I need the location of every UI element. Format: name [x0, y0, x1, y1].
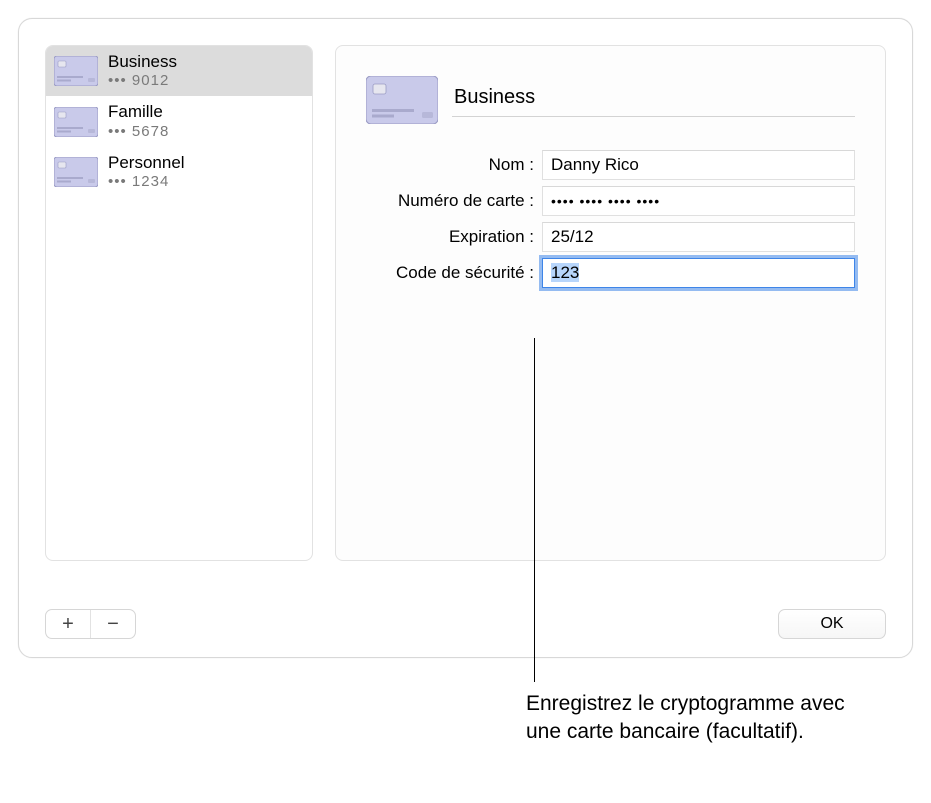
card-list-item[interactable]: Famille ••• 5678: [46, 96, 312, 146]
card-masked-number: ••• 9012: [108, 72, 177, 90]
name-input[interactable]: [542, 150, 855, 180]
card-list-item[interactable]: Personnel ••• 1234: [46, 147, 312, 197]
card-list-item[interactable]: Business ••• 9012: [46, 46, 312, 96]
credit-card-icon: [54, 56, 98, 86]
add-button[interactable]: +: [46, 610, 90, 638]
credit-card-icon: [54, 107, 98, 137]
remove-button[interactable]: −: [91, 610, 135, 638]
credit-card-icon: [366, 76, 438, 124]
card-list-item-text: Personnel ••• 1234: [108, 153, 185, 191]
card-list: Business ••• 9012 Famille ••• 56: [45, 45, 313, 561]
callout-line: [534, 338, 535, 682]
form-row-cvc: Code de sécurité : 123: [366, 258, 855, 288]
callout-text: Enregistrez le cryptogramme avec une car…: [526, 690, 866, 747]
card-number-input[interactable]: [542, 186, 855, 216]
cvc-value: 123: [551, 263, 579, 282]
card-detail-panel: Nom : Numéro de carte : Expiration : Cod…: [335, 45, 886, 561]
add-remove-group: + −: [45, 609, 136, 639]
ok-button[interactable]: OK: [778, 609, 886, 639]
card-title-input[interactable]: [452, 83, 855, 117]
number-label: Numéro de carte :: [366, 191, 542, 211]
expiry-label: Expiration :: [366, 227, 542, 247]
name-label: Nom :: [366, 155, 542, 175]
card-title: Personnel: [108, 153, 185, 173]
card-list-item-text: Business ••• 9012: [108, 52, 177, 90]
cvc-input[interactable]: 123: [542, 258, 855, 288]
card-title: Famille: [108, 102, 169, 122]
bottom-bar: + − OK: [45, 609, 886, 639]
preferences-window: Business ••• 9012 Famille ••• 56: [18, 18, 913, 658]
credit-card-icon: [54, 157, 98, 187]
card-list-item-text: Famille ••• 5678: [108, 102, 169, 140]
detail-header: [366, 76, 855, 124]
form-row-expiry: Expiration :: [366, 222, 855, 252]
card-title: Business: [108, 52, 177, 72]
form-row-name: Nom :: [366, 150, 855, 180]
card-masked-number: ••• 5678: [108, 123, 169, 141]
card-masked-number: ••• 1234: [108, 173, 185, 191]
content-row: Business ••• 9012 Famille ••• 56: [45, 45, 886, 561]
form-row-number: Numéro de carte :: [366, 186, 855, 216]
cvc-label: Code de sécurité :: [366, 263, 542, 283]
expiry-input[interactable]: [542, 222, 855, 252]
